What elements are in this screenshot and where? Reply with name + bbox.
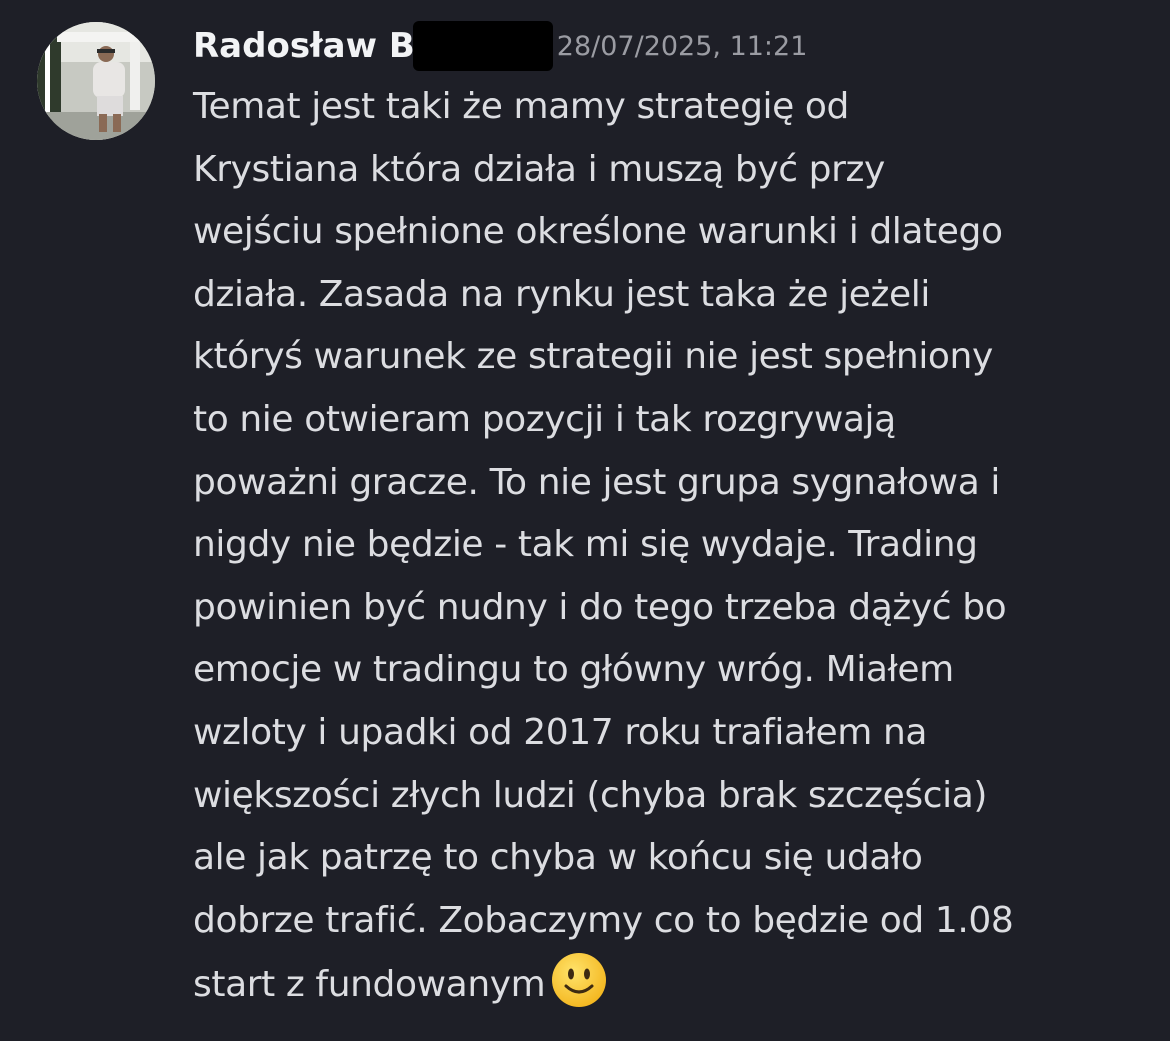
message-timestamp: 28/07/2025, 11:21 xyxy=(556,30,808,62)
slightly-smiling-face-icon xyxy=(551,952,607,1008)
message-body: Temat jest taki że mamy strategię od Kry… xyxy=(193,76,1153,1015)
message-line: wzloty i upadki od 2017 roku trafiałem n… xyxy=(193,711,928,753)
message-line: nigdy nie będzie - tak mi się wydaje. Tr… xyxy=(193,524,978,566)
message-line: działa. Zasada na rynku jest taka że jeż… xyxy=(193,273,930,315)
message-line: start z fundowanym xyxy=(193,964,546,1006)
message-line: ale jak patrzę to chyba w końcu się udał… xyxy=(193,837,923,879)
message-header: Radosław B 28/07/2025, 11:21 xyxy=(193,20,807,72)
message-line: poważni gracze. To nie jest grupa sygnał… xyxy=(193,461,1001,503)
message-last-line: start z fundowanym xyxy=(193,952,1153,1015)
message-line: emocje w tradingu to główny wróg. Miałem xyxy=(193,649,954,691)
message-line: to nie otwieram pozycji i tak rozgrywają xyxy=(193,398,896,440)
message-line: któryś warunek ze strategii nie jest spe… xyxy=(193,336,993,378)
avatar[interactable] xyxy=(37,22,155,140)
message-line: Temat jest taki że mamy strategię od xyxy=(193,86,849,127)
message-line: Krystiana która działa i muszą być przy xyxy=(193,148,885,190)
chat-message: Radosław B 28/07/2025, 11:21 Temat jest … xyxy=(0,0,1170,1041)
message-line: wejściu spełnione określone warunki i dl… xyxy=(193,211,1003,253)
message-line: dobrze trafić. Zobaczymy co to będzie od… xyxy=(193,899,1014,941)
avatar-photo xyxy=(37,22,155,140)
redaction-bar xyxy=(412,21,553,71)
message-line: powinien być nudny i do tego trzeba dąży… xyxy=(193,586,1007,628)
author-name[interactable]: Radosław B xyxy=(193,26,415,66)
message-line: większości złych ludzi (chyba brak szczę… xyxy=(193,774,988,816)
